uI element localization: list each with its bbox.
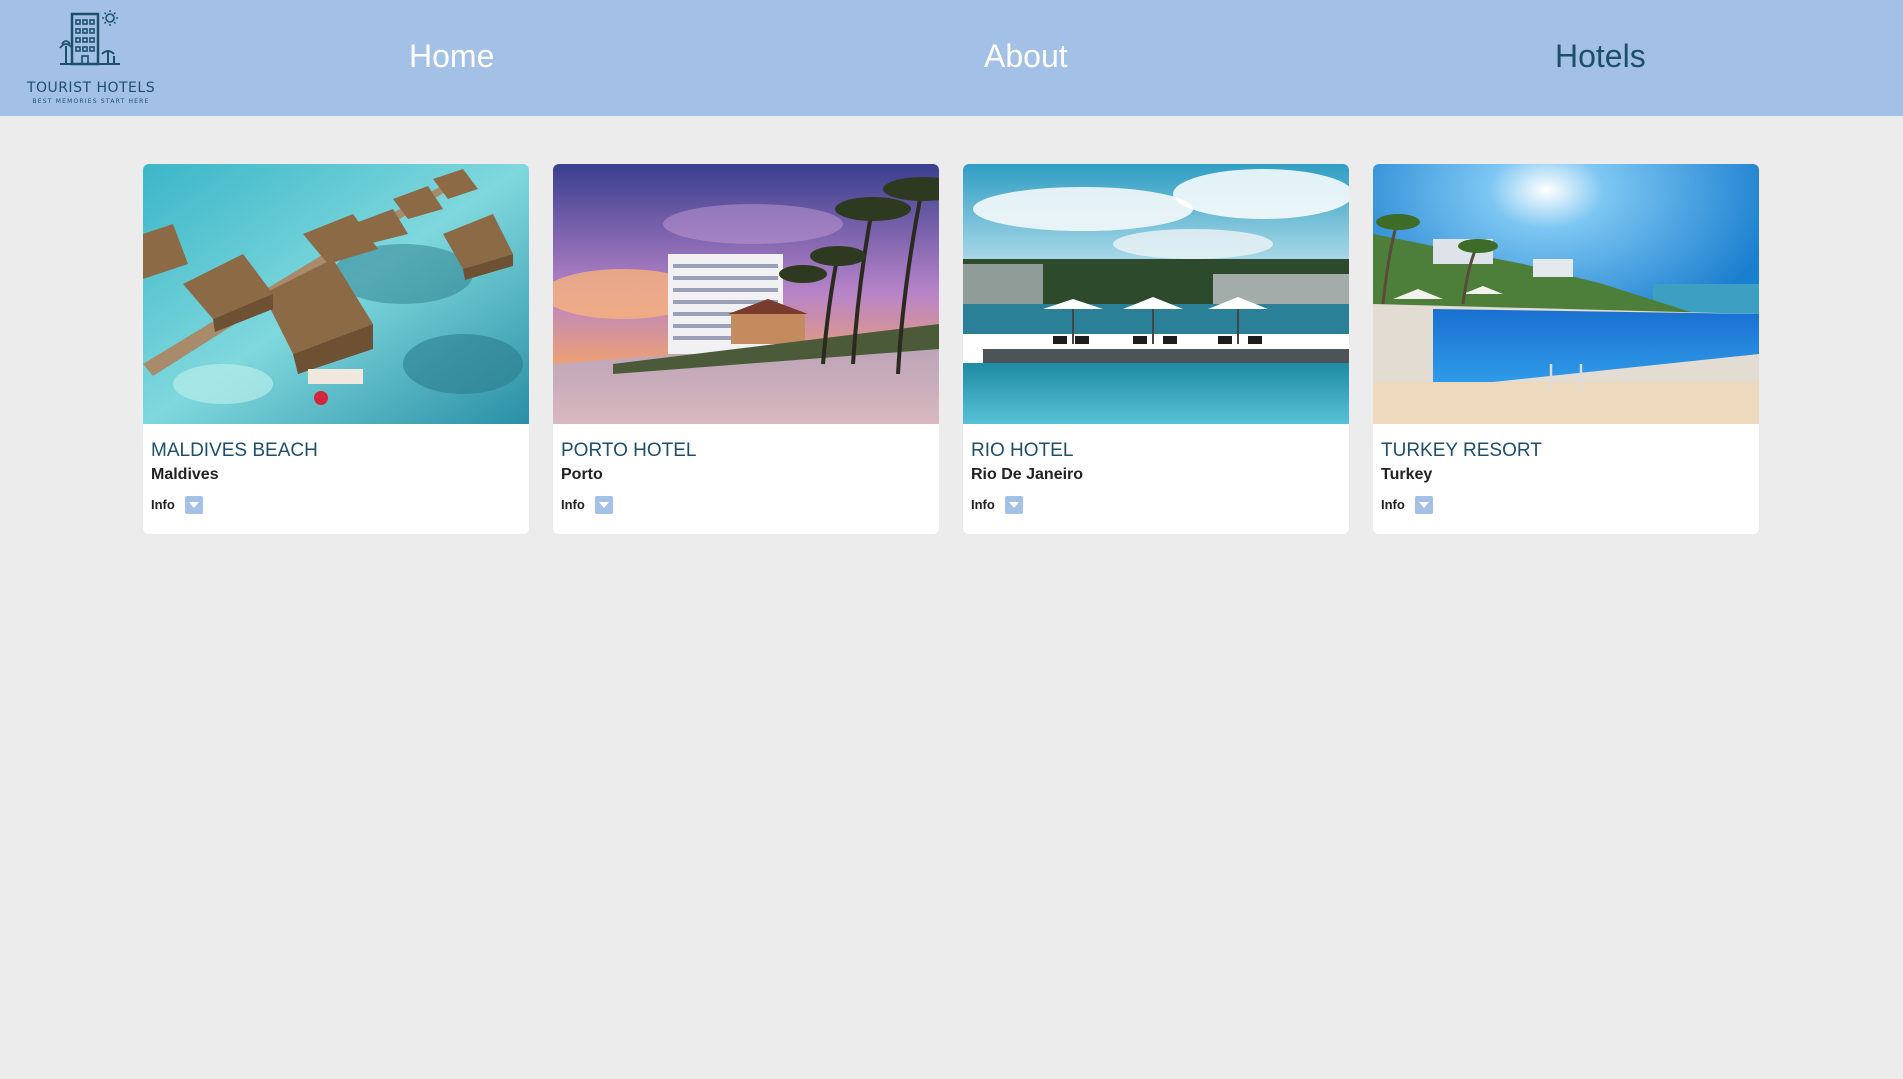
hotel-location: Maldives	[151, 466, 219, 483]
info-toggle-button[interactable]	[1415, 496, 1433, 514]
hotel-location: Porto	[561, 466, 603, 483]
top-navbar: TOURIST HOTELS BEST MEMORIES START HERE …	[0, 0, 1903, 116]
hotel-name: TURKEY RESORT	[1381, 440, 1542, 461]
logo-title: TOURIST HOTELS	[26, 80, 156, 96]
hotel-card-turkey[interactable]: TURKEY RESORT Turkey Info	[1373, 164, 1759, 534]
nav-link-about[interactable]: About	[984, 38, 1068, 75]
hotel-location: Rio De Janeiro	[971, 466, 1084, 483]
hotel-name: RIO HOTEL	[971, 440, 1074, 461]
chevron-down-icon	[1419, 502, 1429, 508]
info-toggle-button[interactable]	[185, 496, 203, 514]
hotel-name: MALDIVES BEACH	[151, 440, 318, 461]
hotel-card-maldives[interactable]: MALDIVES BEACH Maldives Info	[143, 164, 529, 534]
info-toggle-button[interactable]	[1005, 496, 1023, 514]
overwater-bungalows-photo	[143, 164, 529, 424]
hotel-card-grid: MALDIVES BEACH Maldives Info PORTO HOTEL…	[143, 164, 1761, 534]
info-label: Info	[971, 497, 995, 512]
hotel-name: PORTO HOTEL	[561, 440, 697, 461]
nav-link-home[interactable]: Home	[409, 38, 494, 75]
info-label: Info	[151, 497, 175, 512]
hotel-building-icon	[59, 10, 120, 66]
hotel-card-rio[interactable]: RIO HOTEL Rio De Janeiro Info	[963, 164, 1349, 534]
chevron-down-icon	[189, 502, 199, 508]
infinity-pool-seaside-photo	[1373, 164, 1759, 424]
logo-tagline: BEST MEMORIES START HERE	[32, 98, 150, 105]
chevron-down-icon	[1009, 502, 1019, 508]
beach-tower-sunset-photo	[553, 164, 939, 424]
info-label: Info	[1381, 497, 1405, 512]
chevron-down-icon	[599, 502, 609, 508]
info-label: Info	[561, 497, 585, 512]
hotel-card-porto[interactable]: PORTO HOTEL Porto Info	[553, 164, 939, 534]
hotel-location: Turkey	[1381, 466, 1433, 483]
info-toggle-button[interactable]	[595, 496, 613, 514]
site-logo[interactable]: TOURIST HOTELS BEST MEMORIES START HERE	[26, 8, 156, 108]
pool-umbrellas-photo	[963, 164, 1349, 424]
nav-link-hotels[interactable]: Hotels	[1555, 38, 1646, 75]
